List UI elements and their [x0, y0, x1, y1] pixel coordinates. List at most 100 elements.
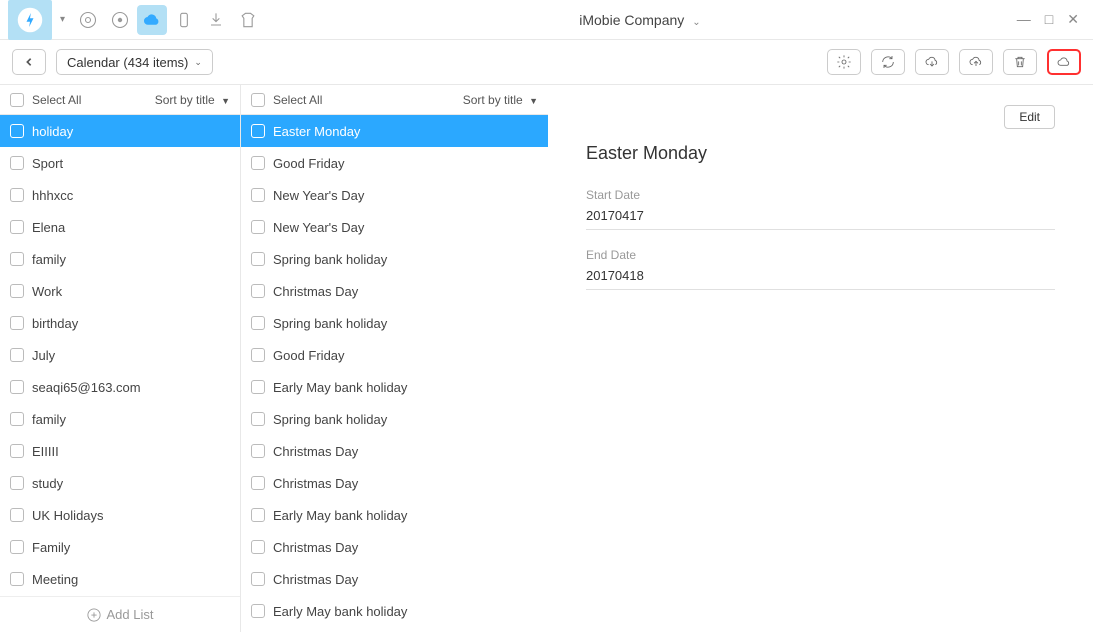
item-checkbox[interactable] [251, 124, 265, 138]
item-checkbox[interactable] [251, 220, 265, 234]
item-checkbox[interactable] [251, 188, 265, 202]
list-item[interactable]: Spring bank holiday [241, 243, 548, 275]
item-checkbox[interactable] [10, 540, 24, 554]
item-checkbox[interactable] [10, 508, 24, 522]
list-item[interactable]: hhhxcc [0, 179, 240, 211]
item-checkbox[interactable] [10, 572, 24, 586]
list-item[interactable]: family [0, 403, 240, 435]
delete-button[interactable] [1003, 49, 1037, 75]
item-label: Christmas Day [273, 284, 358, 299]
disc-icon[interactable] [105, 5, 135, 35]
item-checkbox[interactable] [251, 316, 265, 330]
item-checkbox[interactable] [10, 444, 24, 458]
list-item[interactable]: Early May bank holiday [241, 371, 548, 403]
refresh-button[interactable] [871, 49, 905, 75]
list-item[interactable]: Easter Monday [241, 115, 548, 147]
list-item[interactable]: seaqi65@163.com [0, 371, 240, 403]
item-checkbox[interactable] [251, 412, 265, 426]
item-checkbox[interactable] [251, 284, 265, 298]
item-label: Christmas Day [273, 444, 358, 459]
item-checkbox[interactable] [10, 316, 24, 330]
list-item[interactable]: Good Friday [241, 147, 548, 179]
phone-icon[interactable] [169, 5, 199, 35]
list-item[interactable]: Good Friday [241, 339, 548, 371]
list-item[interactable]: Christmas Day [241, 275, 548, 307]
download-icon[interactable] [201, 5, 231, 35]
list-item[interactable]: Christmas Day [241, 435, 548, 467]
item-label: EIIIII [32, 444, 59, 459]
maximize-button[interactable]: □ [1045, 11, 1053, 28]
list-item[interactable]: Christmas Day [241, 563, 548, 595]
list-item[interactable]: Sport [0, 147, 240, 179]
list-item[interactable]: Christmas Day [241, 467, 548, 499]
item-checkbox[interactable] [251, 572, 265, 586]
edit-button[interactable]: Edit [1004, 105, 1055, 129]
list-item[interactable]: Elena [0, 211, 240, 243]
list-item[interactable]: holiday [0, 115, 240, 147]
sort-button[interactable]: Sort by title ▼ [463, 93, 538, 107]
select-all-checkbox[interactable] [251, 93, 265, 107]
list-item[interactable]: New Year's Day [241, 211, 548, 243]
list-item[interactable]: study [0, 467, 240, 499]
item-checkbox[interactable] [251, 540, 265, 554]
window-controls: — □ ✕ [1017, 11, 1085, 28]
caret-down-icon: ▼ [221, 96, 230, 106]
item-checkbox[interactable] [10, 380, 24, 394]
item-checkbox[interactable] [251, 604, 265, 618]
tshirt-icon[interactable] [233, 5, 263, 35]
item-checkbox[interactable] [10, 348, 24, 362]
minimize-button[interactable]: — [1017, 11, 1031, 28]
cloud-sync-button[interactable] [1047, 49, 1081, 75]
music-icon[interactable] [73, 5, 103, 35]
list-item[interactable]: UK Holidays [0, 499, 240, 531]
list-item[interactable]: EIIIII [0, 435, 240, 467]
sort-button[interactable]: Sort by title ▼ [155, 93, 230, 107]
cloud-upload-button[interactable] [959, 49, 993, 75]
item-checkbox[interactable] [10, 252, 24, 266]
list-item[interactable]: Spring bank holiday [241, 307, 548, 339]
item-checkbox[interactable] [10, 188, 24, 202]
item-checkbox[interactable] [251, 476, 265, 490]
settings-button[interactable] [827, 49, 861, 75]
item-checkbox[interactable] [10, 412, 24, 426]
list-item[interactable]: Early May bank holiday [241, 499, 548, 531]
item-checkbox[interactable] [251, 380, 265, 394]
list-item[interactable]: Early May bank holiday [241, 595, 548, 627]
list-item[interactable]: Family [0, 531, 240, 563]
back-button[interactable] [12, 49, 46, 75]
item-label: Christmas Day [273, 572, 358, 587]
cloud-download-button[interactable] [915, 49, 949, 75]
account-dropdown-icon[interactable]: ▾ [60, 14, 65, 25]
close-button[interactable]: ✕ [1067, 11, 1079, 28]
item-checkbox[interactable] [10, 124, 24, 138]
item-checkbox[interactable] [251, 252, 265, 266]
item-checkbox[interactable] [251, 444, 265, 458]
item-label: Spring bank holiday [273, 412, 387, 427]
list-item[interactable]: Work [0, 275, 240, 307]
item-checkbox[interactable] [251, 156, 265, 170]
list-item[interactable]: Meeting [0, 563, 240, 595]
item-checkbox[interactable] [10, 156, 24, 170]
list-header: Select All Sort by title ▼ [241, 85, 548, 115]
list-item[interactable]: birthday [0, 307, 240, 339]
select-all-checkbox[interactable] [10, 93, 24, 107]
item-label: Early May bank holiday [273, 604, 407, 619]
item-checkbox[interactable] [251, 348, 265, 362]
list-item[interactable]: Christmas Day [241, 531, 548, 563]
item-checkbox[interactable] [10, 220, 24, 234]
add-list-button[interactable]: Add List [0, 596, 240, 632]
item-label: New Year's Day [273, 188, 364, 203]
list-item[interactable]: family [0, 243, 240, 275]
item-label: Spring bank holiday [273, 316, 387, 331]
end-date-value: 20170418 [586, 268, 1055, 283]
cloud-icon[interactable] [137, 5, 167, 35]
breadcrumb[interactable]: Calendar (434 items) ⌄ [56, 49, 213, 75]
list-item[interactable]: Spring bank holiday [241, 403, 548, 435]
item-checkbox[interactable] [251, 508, 265, 522]
window-title[interactable]: iMobie Company ⌄ [263, 12, 1017, 28]
list-item[interactable]: July [0, 339, 240, 371]
list-item[interactable]: New Year's Day [241, 179, 548, 211]
item-checkbox[interactable] [10, 284, 24, 298]
item-checkbox[interactable] [10, 476, 24, 490]
item-label: Easter Monday [273, 124, 360, 139]
